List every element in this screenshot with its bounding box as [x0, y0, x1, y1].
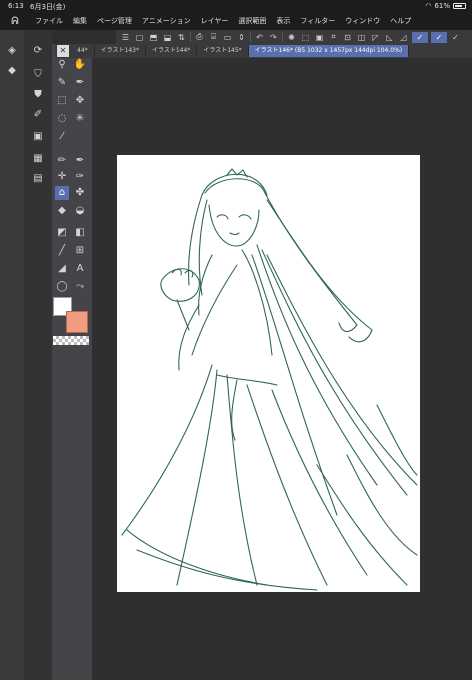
tab-illust-145[interactable]: イラスト145*	[197, 45, 249, 57]
eraser-icon[interactable]: ◆	[55, 204, 69, 218]
transparent-color-swatch[interactable]	[53, 336, 89, 345]
battery-percent: 61%	[434, 2, 450, 10]
app-logo-icon[interactable]: ᕱ	[0, 16, 30, 27]
transform-icon[interactable]: ✛	[55, 170, 69, 184]
status-date: 6月3日(金)	[30, 3, 66, 11]
pen-icon[interactable]: ✎	[55, 76, 69, 90]
ruler-icon[interactable]: ◢	[55, 262, 69, 276]
tab-illust-143-partial[interactable]: 44*	[71, 45, 95, 57]
document-tabs: ✕ 44* イラスト143* イラスト144* イラスト145* イラスト146…	[55, 44, 472, 58]
left-side-bar: ◈ ◆	[0, 30, 24, 680]
fill-icon[interactable]: ▣	[314, 32, 325, 43]
menu-help[interactable]: ヘルプ	[385, 16, 416, 26]
menu-layer[interactable]: レイヤー	[196, 16, 234, 26]
tool-palette: ⚲ ✋ ✎ ✒ ⬚ ✥ ◌ ✳ ⁄ ✏ ✒ ✛ ✑ ⌂ ✤ ◆ ◒ ◩ ◧ ╱ …	[52, 44, 92, 680]
fill-tool-icon[interactable]: ⛉	[31, 68, 45, 82]
balloon-icon[interactable]: ◯	[55, 280, 69, 294]
divider	[250, 32, 251, 42]
menu-file[interactable]: ファイル	[30, 16, 68, 26]
magic-wand-icon[interactable]: ✳	[73, 112, 87, 126]
lock-icon[interactable]: ◫	[356, 32, 367, 43]
new-file-icon[interactable]: ▢	[134, 32, 145, 43]
ink-pen-icon[interactable]: ✒	[73, 154, 87, 168]
menu-icon[interactable]: ☰	[120, 32, 131, 43]
blur-icon[interactable]: ◒	[73, 204, 87, 218]
crop-icon[interactable]: ⌗	[328, 32, 339, 43]
pen-settings-icon[interactable]: ✐	[31, 108, 45, 122]
correct-line-icon[interactable]: ⤳	[73, 280, 87, 294]
brush-icon[interactable]: ⌂	[55, 186, 69, 200]
frame-icon[interactable]: ⊞	[73, 244, 87, 258]
battery-icon	[453, 3, 466, 9]
drawing-canvas[interactable]	[117, 155, 420, 592]
close-icon[interactable]: ✕	[57, 45, 69, 57]
sub-tool-column: ⟳ ⛉ ⛊ ✐ ▣ ▦ ▤	[24, 30, 52, 680]
menu-page[interactable]: ページ管理	[92, 16, 137, 26]
dropper-icon[interactable]: ⁄	[55, 130, 69, 144]
menu-filter[interactable]: フィルター	[295, 16, 340, 26]
print-icon[interactable]: ⎙	[194, 32, 205, 43]
grid-icon[interactable]: ▦	[31, 152, 45, 166]
text-icon[interactable]: A	[73, 262, 87, 276]
divider	[282, 32, 283, 42]
menu-bar: ᕱ ファイル 編集 ページ管理 アニメーション レイヤー 選択範囲 表示 フィル…	[0, 12, 472, 30]
hand-icon[interactable]: ✋	[73, 58, 87, 72]
sketch-drawing	[121, 168, 418, 591]
clear-icon[interactable]: ⬚	[300, 32, 311, 43]
divider	[190, 32, 191, 42]
gradient-icon[interactable]: ◧	[73, 226, 87, 240]
wifi-icon: ◠	[425, 2, 432, 10]
snap-icon[interactable]: ✓	[450, 32, 461, 43]
menu-window[interactable]: ウィンドウ	[340, 16, 385, 26]
image-icon[interactable]: ▭	[222, 32, 233, 43]
pencil-icon[interactable]: ✏	[55, 154, 69, 168]
share-icon[interactable]: ⇕	[236, 32, 247, 43]
tab-illust-143[interactable]: イラスト143*	[95, 45, 146, 57]
menu-view[interactable]: 表示	[271, 16, 295, 26]
menu-edit[interactable]: 編集	[68, 16, 92, 26]
dim-icon-1[interactable]: ◸	[370, 32, 381, 43]
menu-selection[interactable]: 選択範囲	[233, 16, 271, 26]
blend-icon[interactable]: ✤	[73, 186, 87, 200]
tab-illust-146[interactable]: イラスト146* (B5 1032 x 1457px 144dpi 104.0%…	[248, 45, 410, 57]
layers-icon[interactable]: ◆	[5, 64, 19, 78]
ios-status-bar: 6:13 6月3日(金) ◠ 61%	[0, 0, 472, 12]
undo-icon[interactable]: ↶	[254, 32, 265, 43]
tab-illust-144[interactable]: イラスト144*	[146, 45, 198, 57]
transform-icon[interactable]: ⊡	[342, 32, 353, 43]
dim-icon-3[interactable]: ◿	[398, 32, 409, 43]
zoom-icon[interactable]: ⚲	[55, 58, 69, 72]
select-icon[interactable]: ⬚	[55, 94, 69, 108]
status-time: 6:13	[8, 2, 24, 10]
navigator-icon[interactable]: ▣	[31, 130, 45, 144]
lasso-icon[interactable]: ◌	[55, 112, 69, 126]
reload-icon[interactable]: ⟳	[31, 44, 45, 58]
layer-stack-icon[interactable]: ◈	[5, 44, 19, 58]
snap-ruler-icon[interactable]: ✓	[412, 31, 428, 43]
status-right: ◠ 61%	[425, 2, 466, 10]
marker-icon[interactable]: ✑	[73, 170, 87, 184]
palette-icon[interactable]: ▤	[31, 172, 45, 186]
menu-animation[interactable]: アニメーション	[137, 16, 196, 26]
eyedropper-icon[interactable]: ✒	[73, 76, 87, 90]
line-icon[interactable]: ╱	[55, 244, 69, 258]
bucket-icon[interactable]: ⛊	[31, 88, 45, 102]
save-icon[interactable]: ⬓	[162, 32, 173, 43]
snap-grid-icon[interactable]: ✓	[431, 31, 447, 43]
app-window: 6:13 6月3日(金) ◠ 61% ᕱ ファイル 編集 ページ管理 アニメーシ…	[0, 0, 472, 680]
command-bar: ☰ ▢ ⬒ ⬓ ⇅ ⎙ ⌸ ▭ ⇕ ↶ ↷ ✺ ⬚ ▣ ⌗ ⊡ ◫ ◸ ◺ ◿ …	[116, 30, 472, 44]
export-icon[interactable]: ⇅	[176, 32, 187, 43]
move-icon[interactable]: ✥	[73, 94, 87, 108]
rotate-icon[interactable]: ✺	[286, 32, 297, 43]
redo-icon[interactable]: ↷	[268, 32, 279, 43]
dim-icon-2[interactable]: ◺	[384, 32, 395, 43]
sub-color-swatch[interactable]	[66, 311, 88, 333]
open-icon[interactable]: ⬒	[148, 32, 159, 43]
folder-icon[interactable]: ⌸	[208, 32, 219, 43]
bucket-fill-icon[interactable]: ◩	[55, 226, 69, 240]
